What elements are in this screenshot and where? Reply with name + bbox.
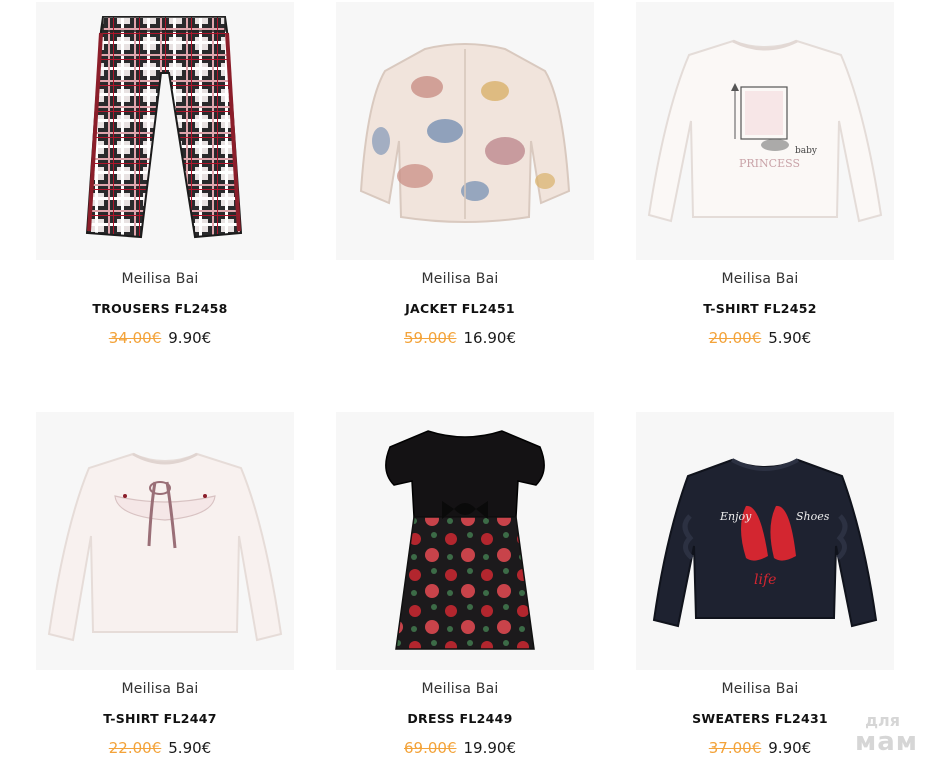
old-price: 37.00€ (708, 739, 762, 757)
tshirt-print-text: PRINCESS (739, 157, 800, 170)
product-card[interactable]: baby PRINCESS Meilisa Bai T-SHIRT FL2452… (610, 2, 910, 362)
product-brand[interactable]: Meilisa Bai (10, 271, 310, 287)
product-title[interactable]: DRESS FL2449 (310, 711, 610, 726)
product-image[interactable] (36, 412, 294, 670)
sale-price: 9.90€ (768, 739, 812, 757)
product-brand[interactable]: Meilisa Bai (610, 681, 910, 697)
old-price: 22.00€ (108, 739, 162, 757)
product-grid: Meilisa Bai TROUSERS FL2458 34.00€ 9.90€ … (0, 0, 932, 765)
sale-price: 19.90€ (463, 739, 517, 757)
product-prices: 20.00€ 5.90€ (610, 329, 910, 347)
old-price: 34.00€ (108, 329, 162, 347)
product-prices: 22.00€ 5.90€ (10, 739, 310, 757)
product-card[interactable]: Meilisa Bai T-SHIRT FL2447 22.00€ 5.90€ (10, 412, 310, 772)
princess-tshirt-image: baby PRINCESS (647, 39, 883, 223)
sale-price: 5.90€ (168, 739, 212, 757)
plaid-trousers-image (85, 16, 243, 239)
sweater-print-text: Enjoy (719, 510, 752, 523)
product-image[interactable]: baby PRINCESS (636, 2, 894, 260)
product-title[interactable]: TROUSERS FL2458 (10, 301, 310, 316)
product-title[interactable]: T-SHIRT FL2452 (610, 301, 910, 316)
product-image[interactable]: Enjoy Shoes life (636, 412, 894, 670)
navy-sweater-image: Enjoy Shoes life (652, 458, 878, 628)
product-card[interactable]: Meilisa Bai DRESS FL2449 69.00€ 19.90€ (310, 412, 610, 772)
sweater-print-text: life (754, 572, 776, 588)
product-prices: 69.00€ 19.90€ (310, 739, 610, 757)
sale-price: 9.90€ (168, 329, 212, 347)
product-brand[interactable]: Meilisa Bai (10, 681, 310, 697)
product-image[interactable] (336, 412, 594, 670)
old-price: 20.00€ (708, 329, 762, 347)
product-brand[interactable]: Meilisa Bai (310, 271, 610, 287)
watermark-big-text: мам (854, 727, 918, 757)
sale-price: 16.90€ (463, 329, 517, 347)
sale-price: 5.90€ (768, 329, 812, 347)
product-title[interactable]: JACKET FL2451 (310, 301, 610, 316)
product-brand[interactable]: Meilisa Bai (310, 681, 610, 697)
velvet-dress-image (385, 430, 545, 650)
product-image[interactable] (336, 2, 594, 260)
product-card[interactable]: Meilisa Bai JACKET FL2451 59.00€ 16.90€ (310, 2, 610, 362)
product-prices: 34.00€ 9.90€ (10, 329, 310, 347)
old-price: 69.00€ (404, 739, 457, 757)
site-watermark: для мам (854, 713, 918, 757)
product-prices: 59.00€ 16.90€ (310, 329, 610, 347)
tshirt-print-text: baby (795, 146, 818, 156)
product-image[interactable] (36, 2, 294, 260)
product-card[interactable]: Meilisa Bai TROUSERS FL2458 34.00€ 9.90€ (10, 2, 310, 362)
old-price: 59.00€ (404, 329, 457, 347)
sweater-print-text: Shoes (796, 510, 830, 523)
product-title[interactable]: T-SHIRT FL2447 (10, 711, 310, 726)
product-brand[interactable]: Meilisa Bai (610, 271, 910, 287)
floral-fur-jacket-image (359, 43, 571, 223)
bow-tshirt-image (47, 452, 283, 642)
